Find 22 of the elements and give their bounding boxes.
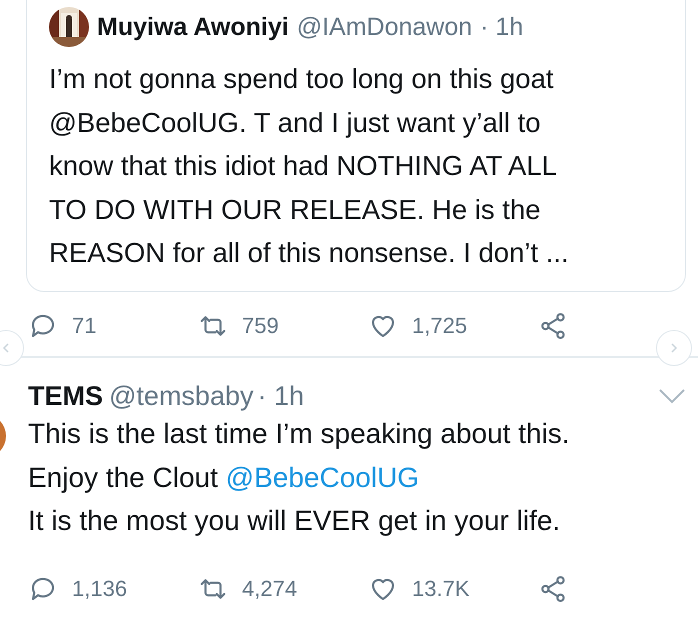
tweet-time: · 1h	[480, 12, 524, 42]
retweet-count: 759	[242, 313, 279, 339]
author-handle: @IAmDonawon	[296, 12, 472, 42]
author-name: Muyiwa Awoniyi	[97, 12, 289, 42]
tweet-text-line: Enjoy the Clout @BebeCoolUG	[28, 460, 420, 495]
reply-count: 71	[72, 313, 96, 339]
tweet-text-line: It is the most you will EVER get in your life.	[28, 504, 562, 538]
tweet-time: · 1h	[257, 380, 304, 412]
retweet-count: 4,274	[242, 576, 298, 602]
tweet-text-line: know that this idiot had NOTHING AT ALL	[49, 149, 558, 183]
author-name: TEMS	[28, 380, 104, 412]
reply-count: 1,136	[72, 576, 128, 602]
tweet-text-line: I’m not gonna spend too long on this goat	[49, 62, 555, 96]
tweet-text-line: TO DO WITH OUR RELEASE. He is the	[49, 192, 542, 226]
quoted-tweet-card[interactable]	[26, 0, 686, 292]
author-handle: @temsbaby	[109, 380, 254, 412]
tweet-text-line: @BebeCoolUG. T and I just want y’all to	[49, 106, 542, 140]
mention-link[interactable]: @BebeCoolUG	[226, 462, 420, 492]
like-count: 13.7K	[412, 576, 470, 602]
tweet-text-line: This is the last time I’m speaking about this.	[28, 417, 570, 451]
tweet-text-line: REASON for all of this nonsense. I don’t ...	[49, 236, 570, 270]
like-count: 1,725	[412, 313, 468, 339]
